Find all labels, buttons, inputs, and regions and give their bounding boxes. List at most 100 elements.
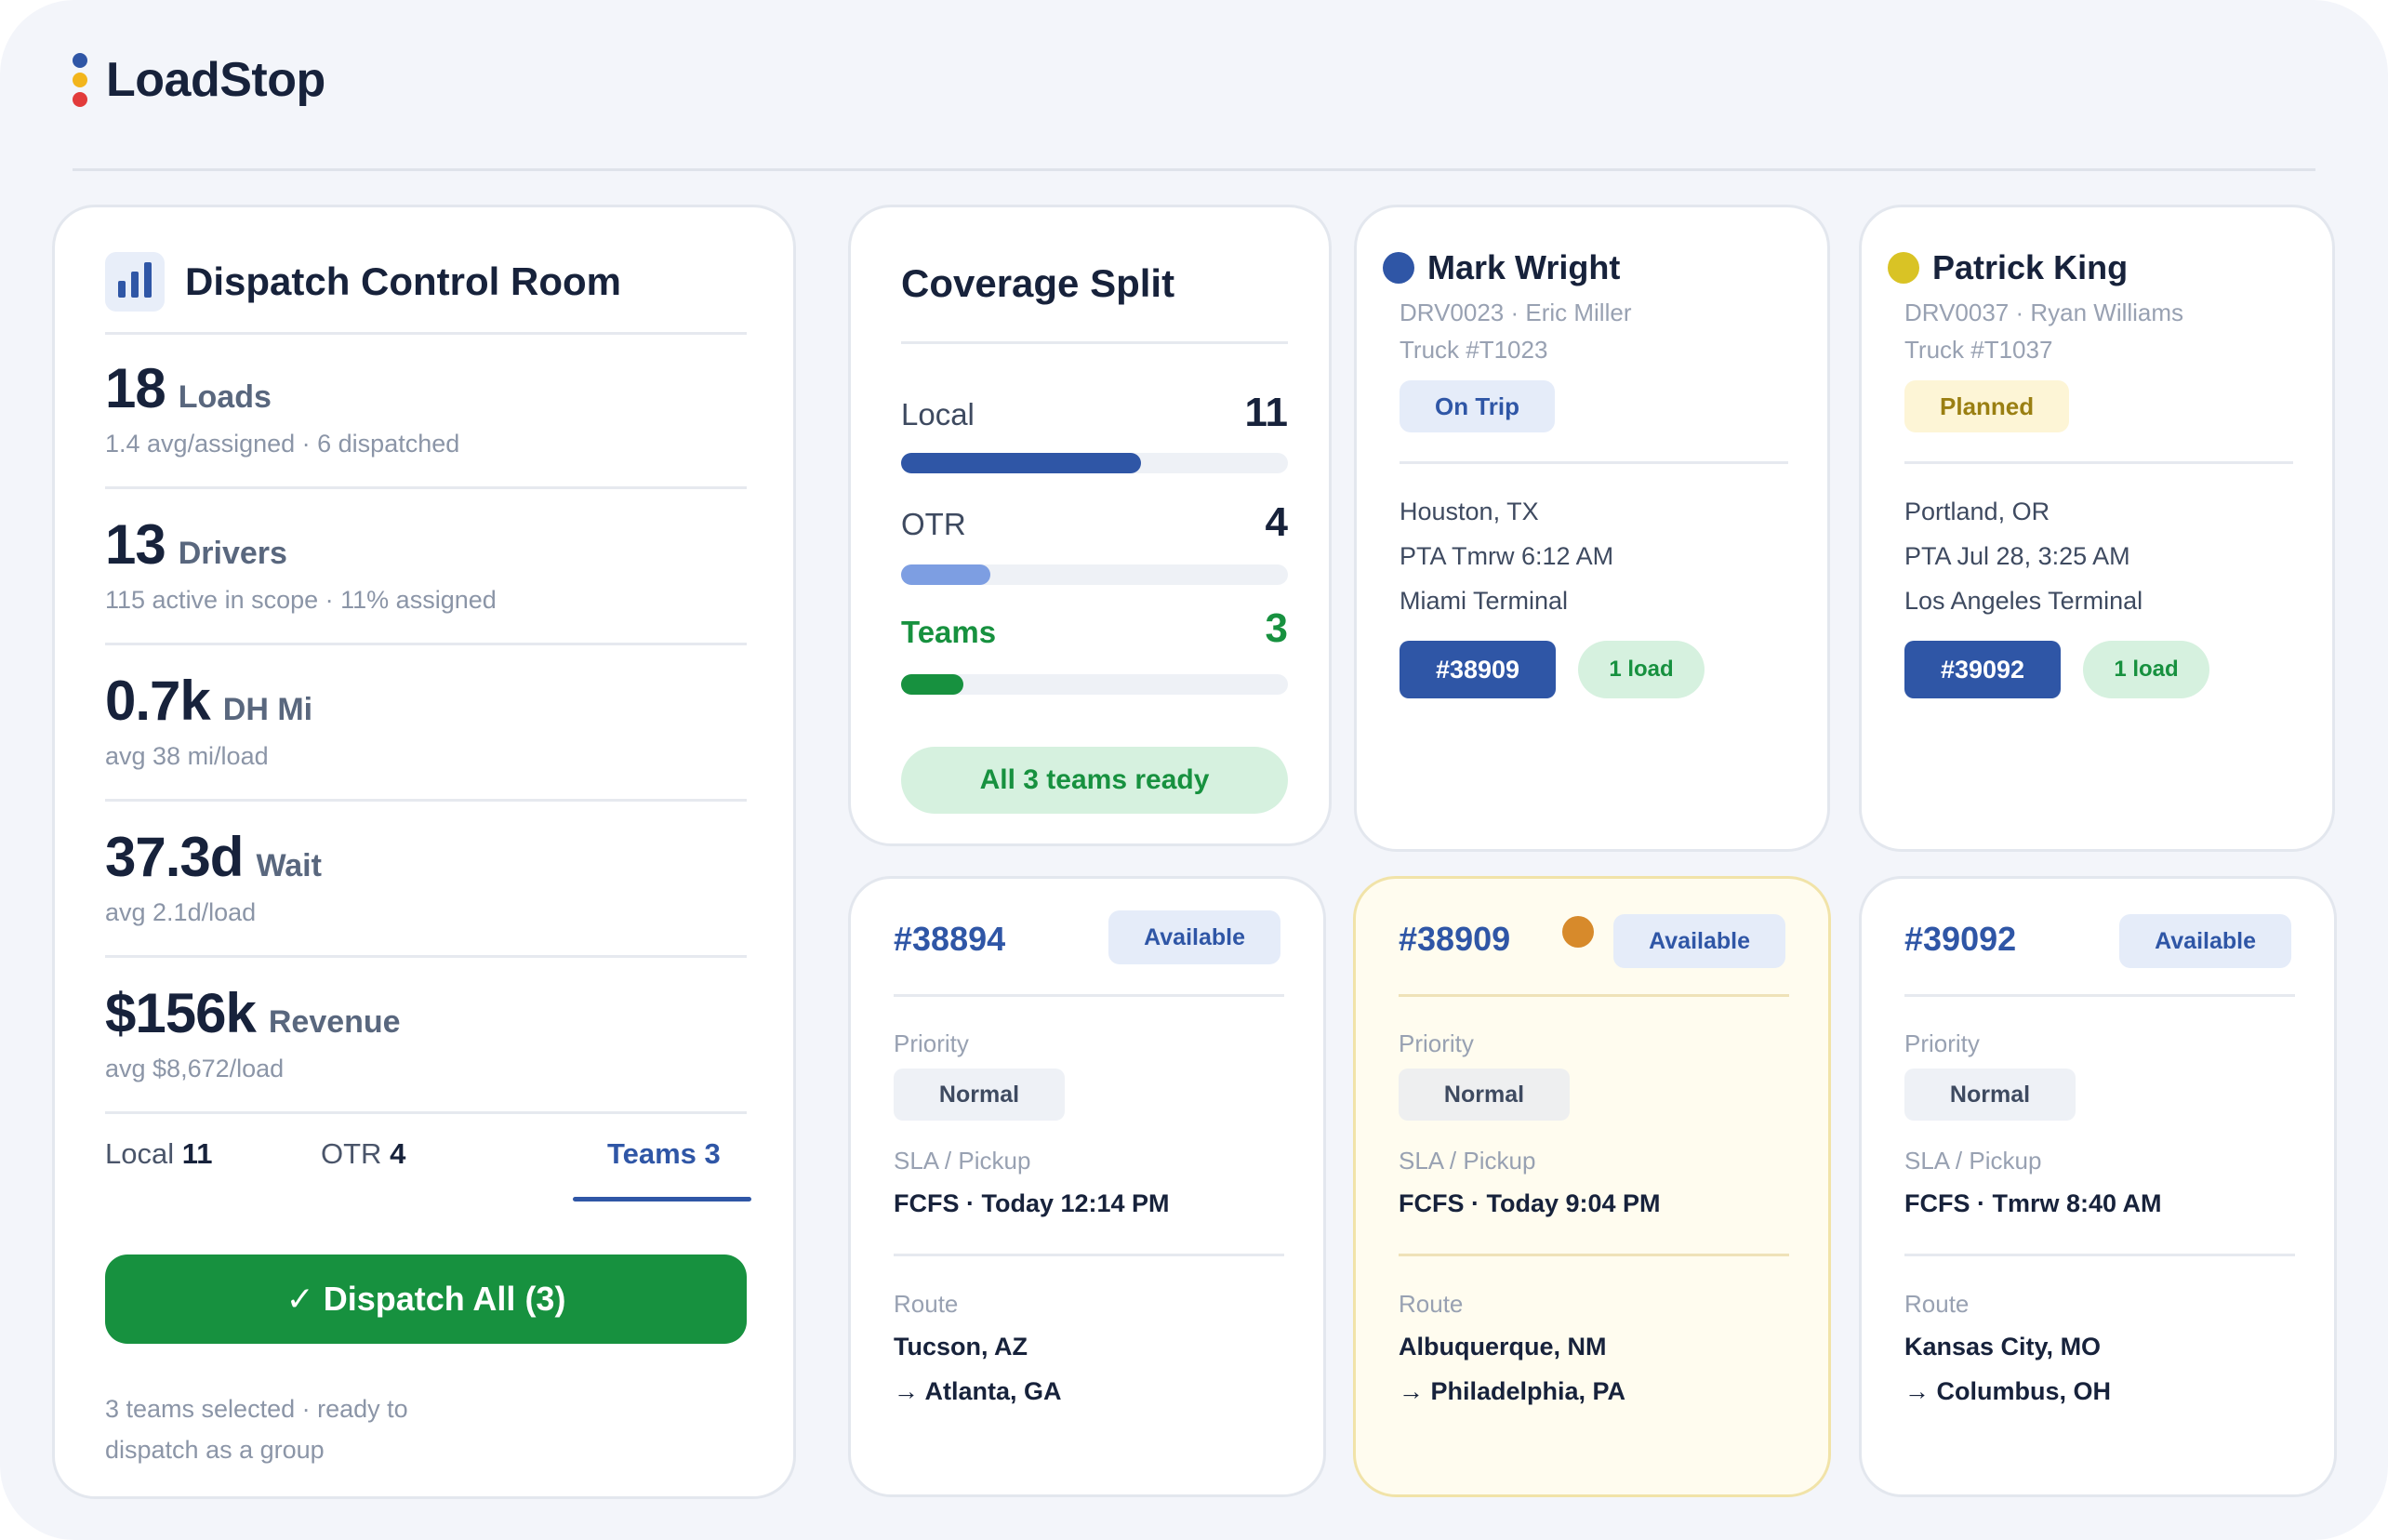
priority-label: Priority: [894, 1029, 969, 1057]
priority-badge: Normal: [1399, 1069, 1570, 1121]
route-label: Route: [1904, 1290, 1970, 1318]
sla-value: FCFS · Today 9:04 PM: [1399, 1189, 1661, 1217]
logo-mark-icon: [73, 53, 87, 107]
coverage-value: 4: [1265, 499, 1288, 545]
stat-value: 13: [105, 513, 166, 576]
driver-location: Houston, TX: [1400, 498, 1539, 525]
divider: [894, 994, 1284, 997]
driver-status-dot: [1888, 252, 1919, 284]
load-count-badge: 1 load: [2083, 641, 2209, 698]
divider: [1399, 1254, 1789, 1256]
load-card[interactable]: #38894 Available Priority Normal SLA / P…: [848, 876, 1326, 1497]
stat-unit: Wait: [256, 848, 322, 883]
divider: [1904, 461, 2293, 464]
coverage-bar-fill: [901, 564, 990, 585]
route-destination: → Atlanta, GA: [894, 1377, 1062, 1405]
route-destination: → Columbus, OH: [1904, 1377, 2111, 1405]
app-name: LoadStop: [106, 53, 325, 107]
divider: [901, 341, 1288, 344]
coverage-bar-fill: [901, 674, 963, 695]
divider: [1400, 461, 1788, 464]
load-id: #39092: [1904, 920, 2017, 958]
driver-card[interactable]: Patrick King DRV0037 · Ryan Williams Tru…: [1859, 205, 2335, 852]
sla-value: FCFS · Today 12:14 PM: [894, 1189, 1170, 1217]
stat-unit: Revenue: [268, 1004, 401, 1040]
coverage-label: OTR: [901, 507, 966, 541]
app-frame: LoadStop Dispatch Control Room 18 Loads 1…: [0, 0, 2388, 1540]
segment-tabs: Local 11 OTR 4 Teams 3: [105, 1137, 751, 1202]
driver-header: Mark Wright: [1383, 248, 1620, 287]
stat-sub: avg 2.1d/load: [105, 898, 257, 926]
load-status-badge: Available: [1613, 914, 1785, 968]
sla-label: SLA / Pickup: [1904, 1147, 2042, 1175]
load-id: #38909: [1399, 920, 1511, 958]
stat-sub: 115 active in scope · 11% assigned: [105, 586, 497, 614]
route-destination: → Philadelphia, PA: [1399, 1377, 1626, 1405]
stat-value: 18: [105, 357, 166, 419]
logo-dot-blue: [73, 53, 87, 68]
driver-truck: Truck #T1023: [1400, 336, 1548, 364]
tab-teams[interactable]: Teams 3: [607, 1137, 721, 1171]
app-logo[interactable]: LoadStop: [73, 52, 325, 108]
stat-unit: Drivers: [178, 536, 287, 571]
priority-label: Priority: [1399, 1029, 1474, 1057]
divider: [1904, 994, 2295, 997]
stat-revenue: $156k Revenue avg $8,672/load: [105, 981, 401, 1083]
load-status-badge: Available: [1108, 910, 1280, 964]
check-icon: ✓: [285, 1280, 314, 1318]
load-card-selected[interactable]: #38909 Available Priority Normal SLA / P…: [1353, 876, 1831, 1497]
stat-drivers: 13 Drivers 115 active in scope · 11% assi…: [105, 512, 497, 615]
header-divider: [73, 168, 2315, 171]
route-label: Route: [894, 1290, 959, 1318]
stat-unit: DH Mi: [222, 692, 313, 727]
dispatch-summary-card: Dispatch Control Room 18 Loads 1.4 avg/as…: [52, 205, 796, 1499]
assigned-load-button[interactable]: #38909: [1400, 641, 1556, 698]
stat-loads: 18 Loads 1.4 avg/assigned · 6 dispatched: [105, 356, 459, 458]
tab-label: OTR: [321, 1137, 382, 1170]
dispatch-all-button[interactable]: ✓ Dispatch All (3): [105, 1255, 747, 1344]
driver-id: DRV0023 · Eric Miller: [1400, 299, 1632, 326]
bar-chart-icon: [105, 252, 165, 312]
summary-header: Dispatch Control Room: [105, 252, 621, 312]
coverage-split-card: Coverage Split Local 11 OTR 4 Teams 3 Al…: [848, 205, 1332, 846]
divider: [105, 486, 747, 489]
stat-value: 0.7k: [105, 670, 211, 732]
coverage-value: 11: [1244, 390, 1288, 435]
divider: [105, 332, 747, 335]
driver-header: Patrick King: [1888, 248, 2128, 287]
driver-pta: PTA Tmrw 6:12 AM: [1400, 542, 1614, 570]
stat-sub: avg $8,672/load: [105, 1055, 285, 1082]
stat-wait: 37.3d Wait avg 2.1d/load: [105, 825, 322, 927]
driver-status-badge: Planned: [1904, 380, 2070, 432]
load-card[interactable]: #39092 Available Priority Normal SLA / P…: [1859, 876, 2337, 1497]
match-marker-dot: [1562, 916, 1594, 948]
load-status-badge: Available: [2119, 914, 2291, 968]
divider: [1399, 994, 1789, 997]
driver-status-badge: On Trip: [1400, 380, 1555, 432]
route-origin: Kansas City, MO: [1904, 1333, 2102, 1361]
stat-sub: avg 38 mi/load: [105, 742, 269, 770]
stat-sub: 1.4 avg/assigned · 6 dispatched: [105, 430, 460, 458]
tab-local[interactable]: Local 11: [105, 1137, 213, 1171]
load-id: #38894: [894, 920, 1006, 958]
coverage-label: Teams: [901, 615, 997, 649]
stat-unit: Loads: [178, 379, 272, 415]
driver-id: DRV0037 · Ryan Williams: [1904, 299, 2184, 326]
tab-count: 11: [181, 1137, 213, 1170]
sla-label: SLA / Pickup: [894, 1147, 1031, 1175]
driver-truck: Truck #T1037: [1904, 336, 2053, 364]
tab-otr[interactable]: OTR 4: [321, 1137, 405, 1171]
active-tab-indicator: [573, 1197, 751, 1201]
driver-location: Portland, OR: [1904, 498, 2050, 525]
assigned-load-button[interactable]: #39092: [1904, 641, 2061, 698]
logo-dot-yellow: [73, 73, 87, 87]
summary-title: Dispatch Control Room: [185, 259, 621, 303]
divider: [105, 799, 747, 802]
tab-count: 4: [390, 1137, 406, 1170]
tab-count: 3: [704, 1137, 721, 1170]
divider: [105, 1111, 747, 1114]
coverage-bar: [901, 453, 1288, 473]
divider: [105, 643, 747, 645]
driver-card[interactable]: Mark Wright DRV0023 · Eric Miller Truck …: [1354, 205, 1830, 852]
coverage-bar-fill: [901, 453, 1141, 473]
